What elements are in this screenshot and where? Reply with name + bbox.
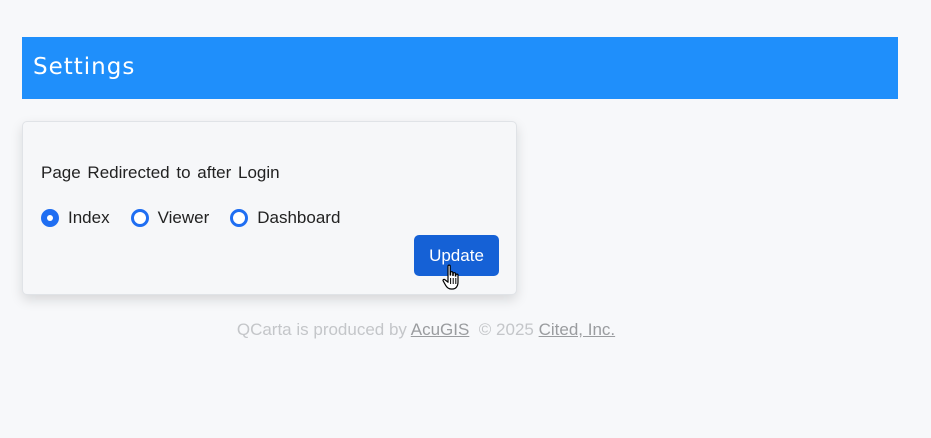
radio-dashboard[interactable] [230,209,249,227]
radio-label-index: Index [68,208,110,227]
radio-option-viewer[interactable]: Viewer [130,208,210,228]
radio-label-dashboard: Dashboard [257,208,341,227]
cited-link[interactable]: Cited, Inc. [539,320,616,339]
page: Settings Page Redirected to after Login … [0,0,931,438]
footer-copyright: © 2025 [478,320,534,339]
settings-header: Settings [22,37,898,99]
redirect-radio-group: Index Viewer Dashboard [41,208,361,228]
radio-index[interactable] [41,209,59,227]
radio-option-dashboard[interactable]: Dashboard [230,208,340,228]
radio-viewer[interactable] [130,209,149,227]
radio-option-index[interactable]: Index [41,208,110,228]
footer-prefix: QCarta is produced by [236,320,407,339]
acugis-link[interactable]: AcuGIS [411,320,470,339]
radio-label-viewer: Viewer [157,208,210,227]
page-title: Settings [33,54,136,80]
footer: QCarta is produced by AcuGIS © 2025 Cite… [0,320,852,340]
hand-pointer-icon [442,264,459,290]
redirect-heading: Page Redirected to after Login [41,163,280,182]
